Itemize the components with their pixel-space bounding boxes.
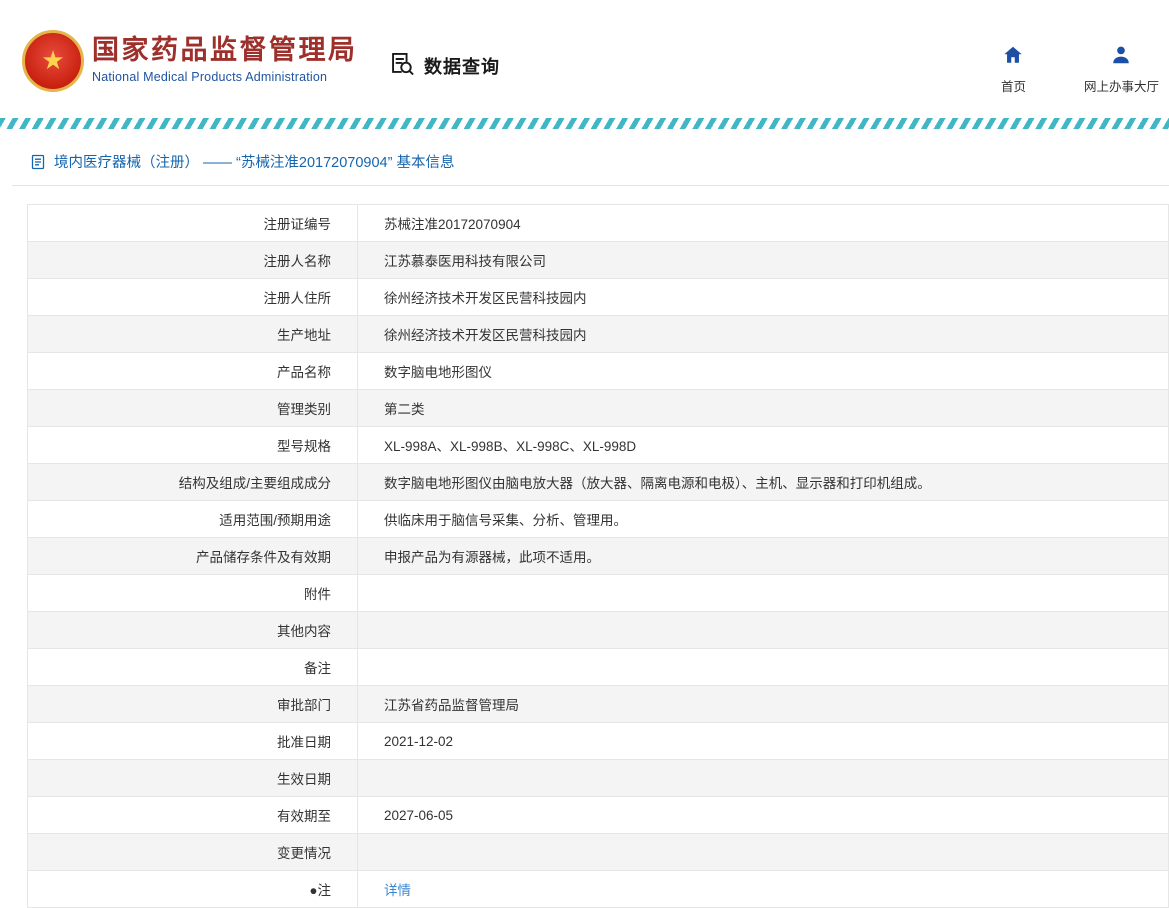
- table-row: ●注 详情: [27, 870, 1169, 908]
- table-row: 其他内容: [27, 611, 1169, 649]
- data-query-label: 数据查询: [424, 57, 500, 77]
- field-value: XL-998A、XL-998B、XL-998C、XL-998D: [357, 426, 1169, 464]
- info-table-body: 注册证编号 苏械注准20172070904 注册人名称 江苏慕泰医用科技有限公司 注册人…: [27, 204, 1169, 908]
- field-value: 2027-06-05: [357, 796, 1169, 834]
- field-label: 适用范围/预期用途: [27, 500, 358, 538]
- field-value: 江苏慕泰医用科技有限公司: [357, 241, 1169, 279]
- field-label: ●注: [27, 870, 358, 908]
- field-value: 苏械注准20172070904: [357, 204, 1169, 242]
- stripe-separator: [0, 118, 1169, 129]
- field-label: 生产地址: [27, 315, 358, 353]
- field-label: 其他内容: [27, 611, 358, 649]
- field-value: 2021-12-02: [357, 722, 1169, 760]
- field-value: 第二类: [357, 389, 1169, 427]
- breadcrumb: 境内医疗器械（注册） —— “苏械注准20172070904” 基本信息: [12, 151, 1169, 186]
- header-nav: 首页 网上办事大厅: [1001, 44, 1159, 95]
- field-value: 徐州经济技术开发区民营科技园内: [357, 315, 1169, 353]
- field-label: 管理类别: [27, 389, 358, 427]
- field-value: [357, 759, 1169, 797]
- field-value: [357, 833, 1169, 871]
- field-label: 结构及组成/主要组成成分: [27, 463, 358, 501]
- field-value: [357, 611, 1169, 649]
- table-row: 产品名称 数字脑电地形图仪: [27, 352, 1169, 390]
- nav-home[interactable]: 首页: [1001, 44, 1026, 95]
- field-label: 产品储存条件及有效期: [27, 537, 358, 575]
- table-row: 结构及组成/主要组成成分 数字脑电地形图仪由脑电放大器（放大器、隔离电源和电极）、…: [27, 463, 1169, 501]
- field-value: 数字脑电地形图仪由脑电放大器（放大器、隔离电源和电极）、主机、显示器和打印机组成…: [357, 463, 1169, 501]
- table-row: 注册证编号 苏械注准20172070904: [27, 204, 1169, 242]
- table-row: 产品储存条件及有效期 申报产品为有源器械，此项不适用。: [27, 537, 1169, 575]
- org-name-cn: 国家药品监督管理局: [92, 35, 358, 65]
- table-row: 生产地址 徐州经济技术开发区民营科技园内: [27, 315, 1169, 353]
- home-icon: [1002, 44, 1024, 71]
- org-name-en: National Medical Products Administration: [92, 70, 328, 85]
- national-emblem-logo: ★: [22, 30, 84, 92]
- table-row: 型号规格 XL-998A、XL-998B、XL-998C、XL-998D: [27, 426, 1169, 464]
- table-row: 注册人名称 江苏慕泰医用科技有限公司: [27, 241, 1169, 279]
- field-label: 生效日期: [27, 759, 358, 797]
- table-row: 管理类别 第二类: [27, 389, 1169, 427]
- field-label: 产品名称: [27, 352, 358, 390]
- field-label: 注册人名称: [27, 241, 358, 279]
- info-table: 注册证编号 苏械注准20172070904 注册人名称 江苏慕泰医用科技有限公司 注册人…: [27, 204, 1169, 908]
- nav-service-hall[interactable]: 网上办事大厅: [1084, 44, 1159, 95]
- document-search-icon: [388, 50, 415, 82]
- table-row: 有效期至 2027-06-05: [27, 796, 1169, 834]
- person-icon: [1110, 44, 1132, 71]
- field-label: 注册证编号: [27, 204, 358, 242]
- nav-service-hall-label: 网上办事大厅: [1083, 80, 1159, 94]
- field-value: 江苏省药品监督管理局: [357, 685, 1169, 723]
- field-label: 注册人住所: [27, 278, 358, 316]
- page: ★ 国家药品监督管理局 National Medical Products Ad…: [0, 0, 1169, 908]
- table-row: 变更情况: [27, 833, 1169, 871]
- field-label: 备注: [27, 648, 358, 686]
- nav-home-label: 首页: [1000, 80, 1026, 94]
- field-value: 徐州经济技术开发区民营科技园内: [357, 278, 1169, 316]
- org-title-block: 国家药品监督管理局 National Medical Products Admi…: [92, 34, 358, 84]
- table-row: 生效日期: [27, 759, 1169, 797]
- document-icon: [31, 154, 45, 169]
- detail-link[interactable]: 详情: [384, 883, 411, 898]
- table-row: 批准日期 2021-12-02: [27, 722, 1169, 760]
- data-query-heading: 数据查询: [388, 50, 500, 82]
- field-label: 附件: [27, 574, 358, 612]
- field-value: 数字脑电地形图仪: [357, 352, 1169, 390]
- table-row: 审批部门 江苏省药品监督管理局: [27, 685, 1169, 723]
- table-row: 备注: [27, 648, 1169, 686]
- table-row: 附件: [27, 574, 1169, 612]
- field-value: 申报产品为有源器械，此项不适用。: [357, 537, 1169, 575]
- page-title: 境内医疗器械（注册） —— “苏械注准20172070904” 基本信息: [54, 155, 455, 171]
- emblem-star-icon: ★: [41, 45, 65, 75]
- field-value: 详情: [357, 870, 1169, 908]
- field-label: 审批部门: [27, 685, 358, 723]
- field-value: [357, 574, 1169, 612]
- table-row: 注册人住所 徐州经济技术开发区民营科技园内: [27, 278, 1169, 316]
- field-label: 变更情况: [27, 833, 358, 871]
- field-label: 型号规格: [27, 426, 358, 464]
- table-row: 适用范围/预期用途 供临床用于脑信号采集、分析、管理用。: [27, 500, 1169, 538]
- field-label: 有效期至: [27, 796, 358, 834]
- header: ★ 国家药品监督管理局 National Medical Products Ad…: [0, 0, 1169, 118]
- field-label: 批准日期: [27, 722, 358, 760]
- field-value: 供临床用于脑信号采集、分析、管理用。: [357, 500, 1169, 538]
- field-value: [357, 648, 1169, 686]
